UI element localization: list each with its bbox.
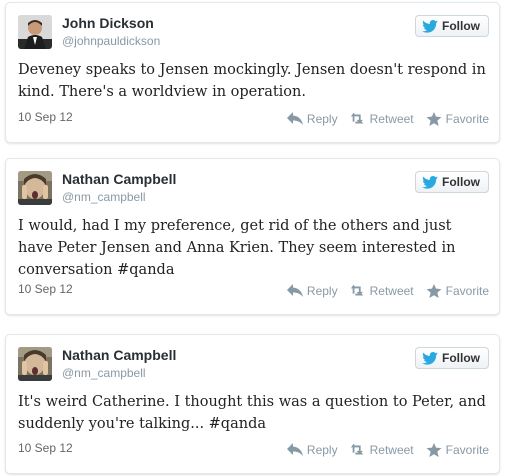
display-name[interactable]: John Dickson — [62, 15, 154, 31]
tweet-card: Nathan Campbell @nm_campbell Follow It's… — [5, 334, 500, 474]
retweet-icon — [350, 443, 363, 455]
reply-icon — [286, 284, 303, 297]
username[interactable]: @nm_campbell — [62, 366, 146, 380]
twitter-bird-icon — [422, 351, 438, 365]
retweet-button[interactable]: Retweet — [350, 112, 414, 126]
retweet-label: Retweet — [369, 443, 414, 457]
tweet-text: Deveney speaks to Jensen mockingly. Jens… — [18, 62, 486, 100]
favorite-label: Favorite — [445, 443, 489, 457]
reply-label: Reply — [306, 443, 338, 457]
reply-button[interactable]: Reply — [286, 112, 338, 126]
retweet-button[interactable]: Retweet — [350, 284, 414, 298]
retweet-icon — [350, 284, 363, 296]
reply-label: Reply — [306, 112, 338, 126]
avatar[interactable] — [18, 171, 52, 205]
favorite-icon — [426, 284, 442, 298]
reply-button[interactable]: Reply — [286, 284, 338, 298]
retweet-icon — [350, 112, 363, 124]
retweet-label: Retweet — [369, 112, 414, 126]
follow-button[interactable]: Follow — [415, 15, 489, 37]
tweet-actions: Reply Retweet Favorite — [286, 112, 489, 126]
username[interactable]: @johnpauldickson — [62, 34, 160, 48]
follow-label: Follow — [442, 175, 480, 189]
display-name[interactable]: Nathan Campbell — [62, 171, 176, 187]
favorite-icon — [426, 443, 442, 457]
favorite-button[interactable]: Favorite — [426, 443, 489, 457]
retweet-label: Retweet — [369, 284, 414, 298]
avatar[interactable] — [18, 15, 52, 49]
tweet-card: Nathan Campbell @nm_campbell Follow I wo… — [5, 158, 500, 315]
tweet-actions: Reply Retweet Favorite — [286, 284, 489, 298]
tweet-text: It's weird Catherine. I thought this was… — [18, 394, 486, 432]
follow-label: Follow — [442, 19, 480, 33]
avatar[interactable] — [18, 347, 52, 381]
follow-button[interactable]: Follow — [415, 347, 489, 369]
twitter-bird-icon — [422, 19, 438, 33]
favorite-icon — [426, 112, 442, 126]
favorite-button[interactable]: Favorite — [426, 112, 489, 126]
reply-icon — [286, 443, 303, 456]
display-name[interactable]: Nathan Campbell — [62, 347, 176, 363]
reply-icon — [286, 112, 303, 125]
twitter-bird-icon — [422, 175, 438, 189]
username[interactable]: @nm_campbell — [62, 190, 146, 204]
reply-button[interactable]: Reply — [286, 443, 338, 457]
tweet-card: John Dickson @johnpauldickson Follow Dev… — [5, 2, 500, 143]
reply-label: Reply — [306, 284, 338, 298]
favorite-label: Favorite — [445, 112, 489, 126]
retweet-button[interactable]: Retweet — [350, 443, 414, 457]
tweet-text: I would, had I my preference, get rid of… — [18, 218, 456, 278]
tweet-date[interactable]: 10 Sep 12 — [18, 110, 73, 124]
follow-label: Follow — [442, 351, 480, 365]
favorite-button[interactable]: Favorite — [426, 284, 489, 298]
tweet-actions: Reply Retweet Favorite — [286, 443, 489, 457]
favorite-label: Favorite — [445, 284, 489, 298]
follow-button[interactable]: Follow — [415, 171, 489, 193]
tweet-date[interactable]: 10 Sep 12 — [18, 441, 73, 455]
tweet-date[interactable]: 10 Sep 12 — [18, 282, 73, 296]
